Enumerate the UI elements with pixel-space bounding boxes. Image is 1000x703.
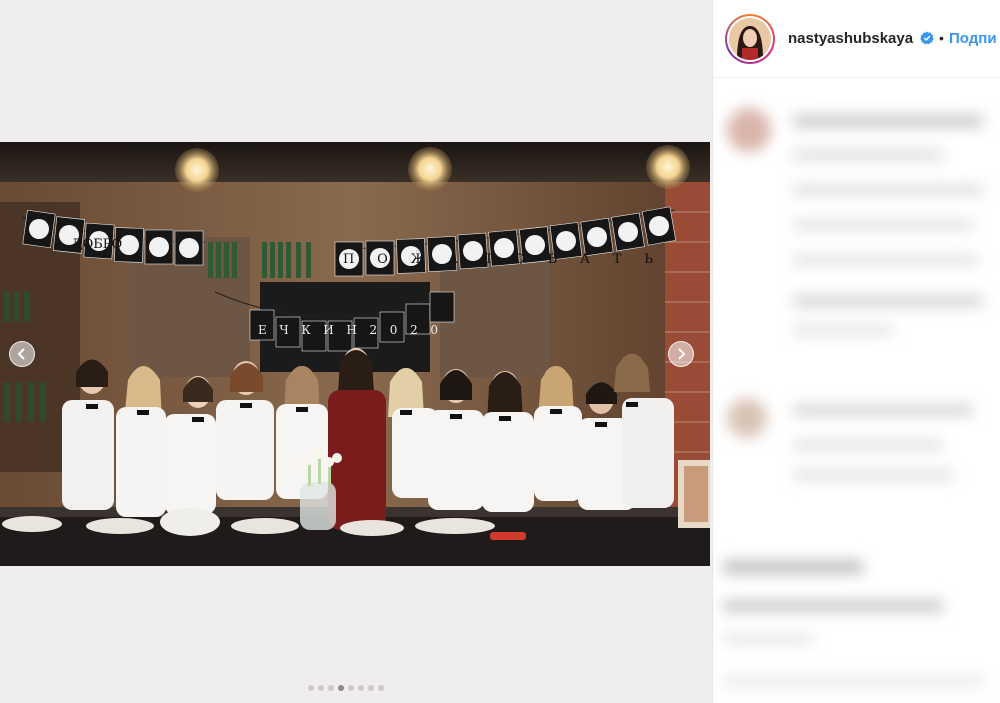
- likes-line: [723, 600, 943, 612]
- commenter-avatar: [727, 398, 767, 438]
- carousel-dot: [368, 685, 374, 691]
- comment-line: [793, 115, 983, 127]
- carousel-next-button[interactable]: [668, 341, 694, 367]
- verified-badge-icon: [920, 31, 934, 45]
- avatar[interactable]: [725, 14, 775, 64]
- carousel-dot: [348, 685, 354, 691]
- photo-illustration: ДОБРО ПОЖАЛОВАТЬ ЕЧКИН2020: [0, 142, 710, 566]
- chevron-left-icon: [17, 348, 25, 360]
- commenter-avatar: [727, 108, 771, 152]
- carousel-dot: [308, 685, 314, 691]
- separator-dot: •: [939, 30, 944, 46]
- comment-line: [793, 185, 983, 195]
- carousel-dot: [378, 685, 384, 691]
- banner-word-3: ЕЧКИН2020: [258, 323, 438, 337]
- post-sidebar: nastyashubskaya • Подпи: [712, 0, 1000, 703]
- comment-line: [793, 220, 973, 230]
- username-link[interactable]: nastyashubskaya: [788, 30, 913, 47]
- chevron-right-icon: [678, 348, 686, 360]
- action-icons: [723, 560, 863, 574]
- instagram-post-view: ДОБРО ПОЖАЛОВАТЬ ЕЧКИН2020 nastyashubska…: [0, 0, 1000, 703]
- carousel-indicator: [308, 685, 384, 691]
- comment-line: [793, 150, 943, 160]
- follow-button[interactable]: Подпи: [949, 30, 997, 47]
- carousel-dot: [328, 685, 334, 691]
- carousel-dot: [318, 685, 324, 691]
- avatar-image: [729, 18, 771, 60]
- media-area: ДОБРО ПОЖАЛОВАТЬ ЕЧКИН2020: [0, 0, 712, 703]
- comment-line: [793, 470, 953, 480]
- comment-line: [793, 295, 983, 307]
- carousel-prev-button[interactable]: [9, 341, 35, 367]
- carousel-dot: [358, 685, 364, 691]
- post-header: nastyashubskaya • Подпи: [713, 0, 1000, 78]
- comment-line: [793, 255, 978, 265]
- timestamp-line: [723, 635, 813, 643]
- add-comment-line: [723, 675, 983, 687]
- comment-line: [793, 325, 893, 335]
- post-photo[interactable]: ДОБРО ПОЖАЛОВАТЬ ЕЧКИН2020: [0, 142, 710, 566]
- comment-line: [793, 405, 973, 415]
- carousel-dot-active: [338, 685, 344, 691]
- banner-word-1: ДОБРО: [72, 237, 122, 252]
- comment-line: [793, 440, 943, 450]
